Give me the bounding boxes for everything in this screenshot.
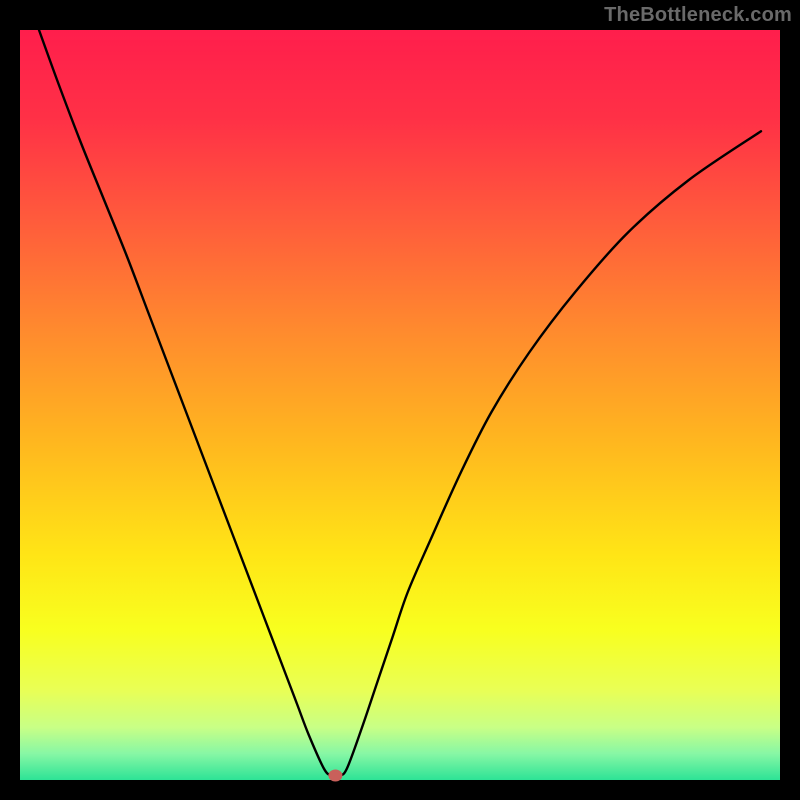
plot-background (20, 30, 780, 780)
optimal-marker (328, 770, 342, 782)
chart-frame: TheBottleneck.com (0, 0, 800, 800)
bottleneck-chart (0, 0, 800, 800)
